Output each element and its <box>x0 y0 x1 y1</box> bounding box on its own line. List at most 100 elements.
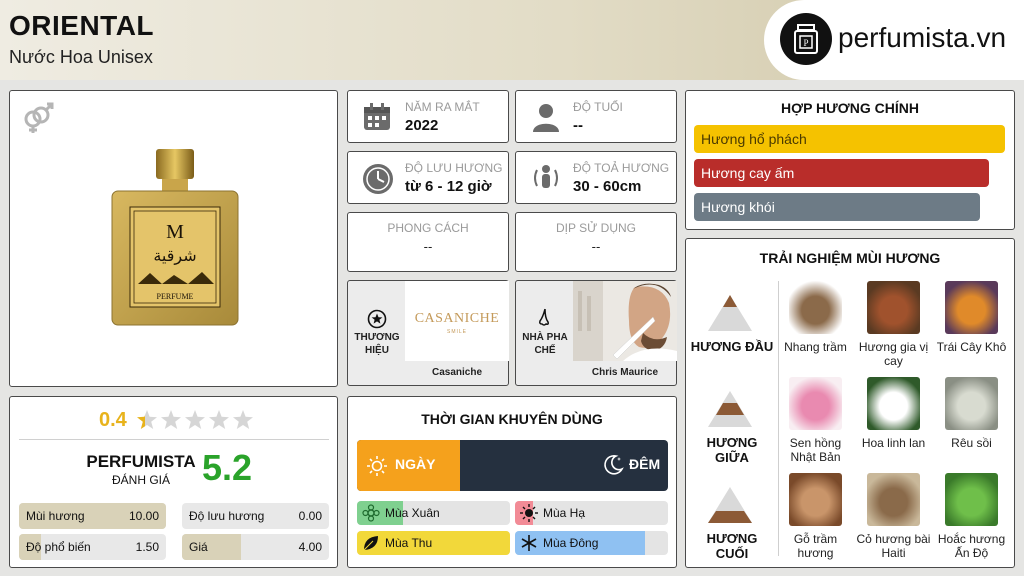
rating-item: Độ lưu hương 0.00 <box>182 503 329 529</box>
note-label: Hương gia vị cay <box>858 340 929 368</box>
perfumista-brand-sub: ĐÁNH GIÁ <box>111 473 170 487</box>
leaf-icon <box>362 534 380 555</box>
sillage-icon <box>530 162 562 199</box>
brand-logo-sub: SMILE <box>446 329 467 335</box>
release-year-card: NĂM RA MẮT 2022 <box>347 90 509 143</box>
note-label: Rêu sồi <box>951 436 992 450</box>
note-image[interactable] <box>867 281 920 334</box>
usage-title: THỜI GIAN KHUYÊN DÙNG <box>421 411 603 427</box>
main-accords-card: HỢP HƯƠNG CHÍNH Hương hổ phách Hương cay … <box>685 90 1015 230</box>
season-item: Mùa Xuân <box>357 501 510 525</box>
occasion-label: DỊP SỬ DỤNG <box>555 221 637 235</box>
perfume-bottle-icon: P <box>780 13 832 65</box>
perfumer-name: Chris Maurice <box>591 367 659 378</box>
season-label: Mùa Xuân <box>385 506 440 520</box>
star-icon[interactable] <box>232 409 254 436</box>
note-tier-label: HƯƠNG CUỐI <box>706 531 758 561</box>
accord-bar: Hương cay ấm <box>694 159 989 187</box>
note-pyramid-icon <box>706 485 754 530</box>
brand-logo-panel: CASANICHE SMILE <box>405 281 509 361</box>
rating-item-label: Độ phổ biến <box>26 540 91 554</box>
flower-icon <box>362 504 380 525</box>
note-label: Cỏ hương bài Haiti <box>856 532 931 560</box>
rating-divider <box>19 439 329 440</box>
note-tier-label: HƯƠNG ĐẦU <box>690 339 774 354</box>
perfumista-score: 5.2 <box>202 447 253 488</box>
season-label: Mùa Đông <box>543 536 599 550</box>
star-icon[interactable] <box>160 409 182 436</box>
accords-title: HỢP HƯƠNG CHÍNH <box>781 100 919 116</box>
age-value: -- <box>573 117 583 134</box>
day-night-bar: NGÀY ĐÊM <box>357 440 668 491</box>
rating-item-value: 10.00 <box>128 509 159 523</box>
rating-item-label: Giá <box>189 540 208 554</box>
note-image[interactable] <box>945 377 998 430</box>
brand-logo-text: CASANICHE <box>414 311 500 326</box>
note-pyramid-icon <box>706 293 754 338</box>
accord-bar: Hương hổ phách <box>694 125 1005 153</box>
notes-title: TRẢI NGHIỆM MÙI HƯƠNG <box>759 250 941 266</box>
rating-item-label: Mùi hương <box>26 509 85 523</box>
release-year-label: NĂM RA MẮT <box>405 100 480 114</box>
bottle-name: شرقية <box>153 246 196 266</box>
note-label: Nhang trầm <box>784 340 847 354</box>
note-label: Sen hồng Nhật Bản <box>789 436 842 464</box>
night-label: ĐÊM <box>629 456 661 472</box>
sun-icon <box>520 504 538 525</box>
page-header: ORIENTAL Nước Hoa Unisex P perfumista.vn <box>0 0 1024 80</box>
perfumista-brand: PERFUMISTA <box>86 452 196 471</box>
season-label: Mùa Thu <box>385 536 433 550</box>
calendar-icon <box>362 102 392 137</box>
note-label: Hoắc hương Ấn Độ <box>937 532 1006 560</box>
note-label: Trái Cây Khô <box>936 340 1007 354</box>
note-image[interactable] <box>789 473 842 526</box>
season-item: Mùa Hạ <box>515 501 668 525</box>
star-icon[interactable] <box>208 409 230 436</box>
sun-icon <box>366 455 388 482</box>
longevity-card: ĐỘ LƯU HƯƠNG từ 6 - 12 giờ <box>347 151 509 204</box>
site-logo[interactable]: P perfumista.vn <box>764 0 1024 80</box>
star-icon[interactable] <box>136 409 158 436</box>
logo-text: perfumista.vn <box>838 22 1007 53</box>
star-rating[interactable] <box>136 409 258 431</box>
style-label: PHONG CÁCH <box>387 221 469 235</box>
rating-item-value: 0.00 <box>298 509 322 523</box>
age-label: ĐỘ TUỔI <box>573 100 623 114</box>
sillage-card: ĐỘ TOẢ HƯƠNG 30 - 60cm <box>515 151 677 204</box>
clock-icon <box>362 163 394 200</box>
release-year-value: 2022 <box>405 117 439 134</box>
bottle-brand: PERFUME <box>157 292 194 301</box>
rating-item-label: Độ lưu hương <box>189 509 265 523</box>
page-subtitle: Nước Hoa Unisex <box>9 47 153 67</box>
note-image[interactable] <box>867 473 920 526</box>
product-image-card: M شرقية PERFUME <box>9 90 338 387</box>
note-image[interactable] <box>789 281 842 334</box>
brand-card[interactable]: THƯƠNG HIỆU CASANICHE SMILE Casaniche <box>347 280 509 386</box>
rating-card: 0.4 PERFUMISTA ĐÁNH GIÁ 5.2 Mùi hương 10.… <box>9 396 338 568</box>
style-value: -- <box>423 239 433 254</box>
day-label: NGÀY <box>395 456 436 472</box>
snowflake-icon <box>520 534 538 555</box>
note-image[interactable] <box>789 377 842 430</box>
note-label: Gỗ trầm hương <box>793 532 838 560</box>
brand-label: THƯƠNG HIỆU <box>354 332 400 356</box>
brand-name: Casaniche <box>431 367 483 378</box>
star-icon[interactable] <box>184 409 206 436</box>
note-image[interactable] <box>867 377 920 430</box>
moon-icon <box>601 453 625 482</box>
unisex-gender-icon <box>20 99 56 140</box>
perfume-bottle-image: M شرقية PERFUME <box>110 149 240 329</box>
scent-notes-card: TRẢI NGHIỆM MÙI HƯƠNG HƯƠNG ĐẦU Nhang trầ… <box>685 238 1015 568</box>
note-image[interactable] <box>945 473 998 526</box>
note-pyramid-icon <box>706 389 754 434</box>
rating-item: Giá 4.00 <box>182 534 329 560</box>
perfumer-card[interactable]: NHÀ PHA CHẾ Chris Maurice <box>515 280 677 386</box>
nose-icon <box>534 307 556 334</box>
longevity-value: từ 6 - 12 giờ <box>405 178 492 195</box>
rating-item-value: 1.50 <box>135 540 159 554</box>
accord-bar: Hương khói <box>694 193 980 221</box>
bottle-monogram: M <box>166 221 184 243</box>
note-image[interactable] <box>945 281 998 334</box>
occasion-card: DỊP SỬ DỤNG -- <box>515 212 677 272</box>
sillage-value: 30 - 60cm <box>573 178 642 195</box>
